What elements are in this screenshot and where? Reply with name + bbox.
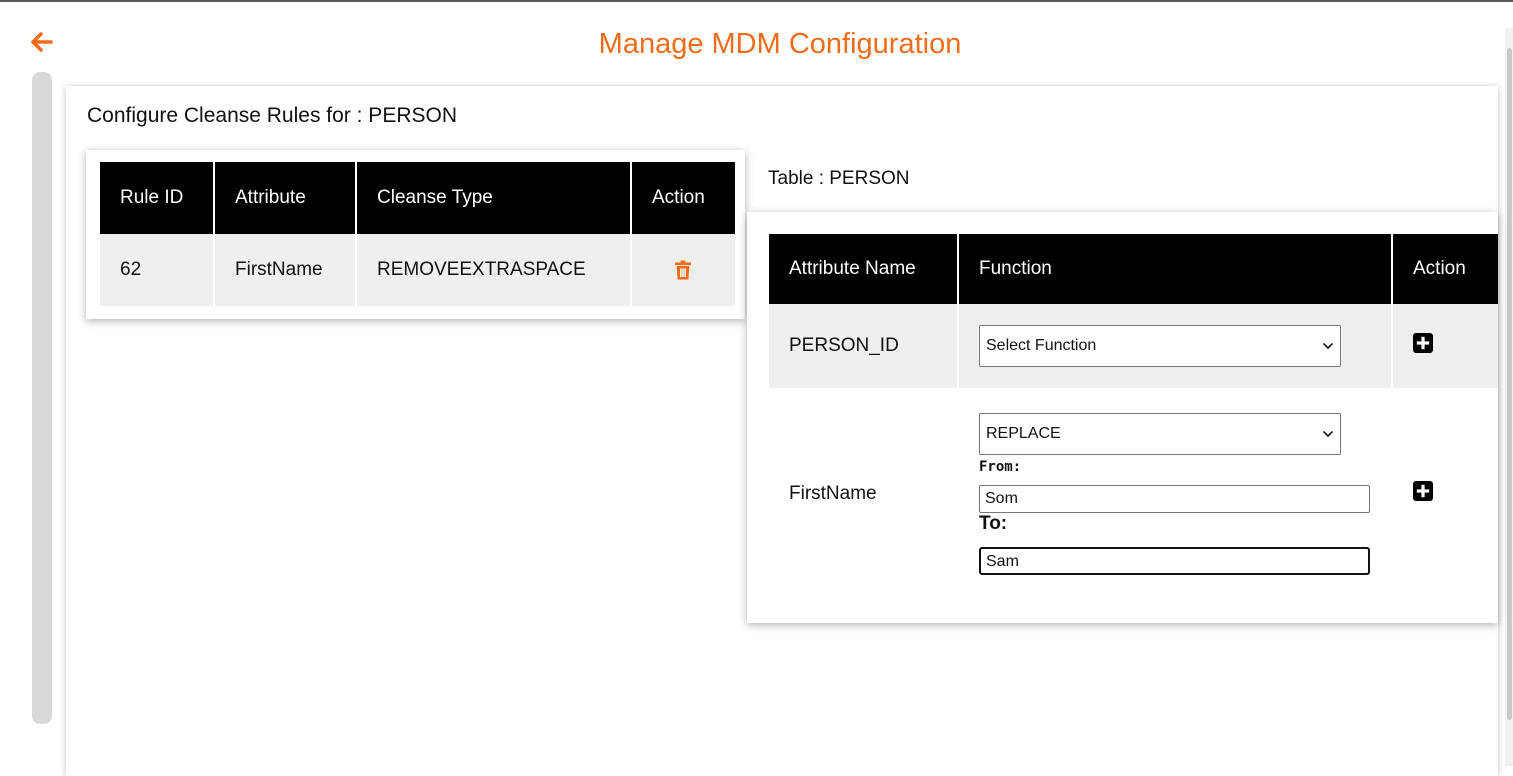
section-heading: Configure Cleanse Rules for : PERSON bbox=[87, 104, 457, 127]
column-header-action: Action bbox=[631, 162, 735, 234]
cell-attribute: FirstName bbox=[214, 234, 357, 306]
plus-square-icon[interactable] bbox=[1413, 481, 1433, 501]
column-header-attribute: Attribute bbox=[214, 162, 357, 234]
chevron-down-icon bbox=[1322, 342, 1334, 350]
page-scrollbar-thumb[interactable] bbox=[1507, 48, 1512, 720]
cell-function: REPLACE From: Som To: Sam bbox=[958, 388, 1393, 600]
to-label: To: bbox=[979, 513, 1008, 534]
table-row: FirstName REPLACE From: Som To: Sam bbox=[769, 388, 1498, 600]
cell-attribute-name: PERSON_ID bbox=[769, 304, 959, 388]
cleanse-rules-card: Rule ID Attribute Cleanse Type Action 62… bbox=[86, 150, 745, 319]
table-row: 62 FirstName REMOVEEXTRASPACE bbox=[100, 234, 735, 306]
cell-action bbox=[1392, 304, 1498, 388]
page-title: Manage MDM Configuration bbox=[598, 28, 962, 60]
table-row: PERSON_ID Select Function bbox=[769, 304, 1498, 388]
column-header-rule-id: Rule ID bbox=[100, 162, 215, 234]
table-header-row: Rule ID Attribute Cleanse Type Action bbox=[100, 162, 735, 234]
left-scrollbar[interactable] bbox=[32, 72, 52, 724]
cell-function: Select Function bbox=[958, 304, 1393, 388]
function-select[interactable]: REPLACE bbox=[979, 413, 1341, 455]
attribute-functions-card: Attribute Name Function Action PERSON_ID… bbox=[747, 212, 1498, 623]
cell-action bbox=[631, 234, 735, 306]
column-header-action: Action bbox=[1392, 234, 1498, 304]
to-input[interactable]: Sam bbox=[979, 547, 1370, 575]
table-label: Table : PERSON bbox=[768, 168, 910, 189]
cell-cleanse-type: REMOVEEXTRASPACE bbox=[356, 234, 632, 306]
function-select-value: Select Function bbox=[986, 337, 1097, 354]
table-header-row: Attribute Name Function Action bbox=[769, 234, 1498, 304]
chevron-down-icon bbox=[1322, 430, 1334, 438]
trash-icon[interactable] bbox=[674, 260, 692, 280]
column-header-cleanse-type: Cleanse Type bbox=[356, 162, 632, 234]
column-header-function: Function bbox=[958, 234, 1393, 304]
cell-action bbox=[1392, 388, 1498, 600]
function-select-value: REPLACE bbox=[986, 425, 1061, 442]
cell-attribute-name: FirstName bbox=[769, 388, 959, 600]
cleanse-rules-table: Rule ID Attribute Cleanse Type Action 62… bbox=[100, 162, 735, 306]
column-header-attribute-name: Attribute Name bbox=[769, 234, 959, 304]
cell-rule-id: 62 bbox=[100, 234, 215, 306]
from-label: From: bbox=[979, 459, 1022, 475]
attribute-functions-table: Attribute Name Function Action PERSON_ID… bbox=[769, 234, 1498, 600]
window-top-border bbox=[0, 0, 1513, 2]
from-input[interactable]: Som bbox=[979, 485, 1370, 513]
plus-square-icon[interactable] bbox=[1413, 333, 1433, 353]
function-select[interactable]: Select Function bbox=[979, 325, 1341, 367]
